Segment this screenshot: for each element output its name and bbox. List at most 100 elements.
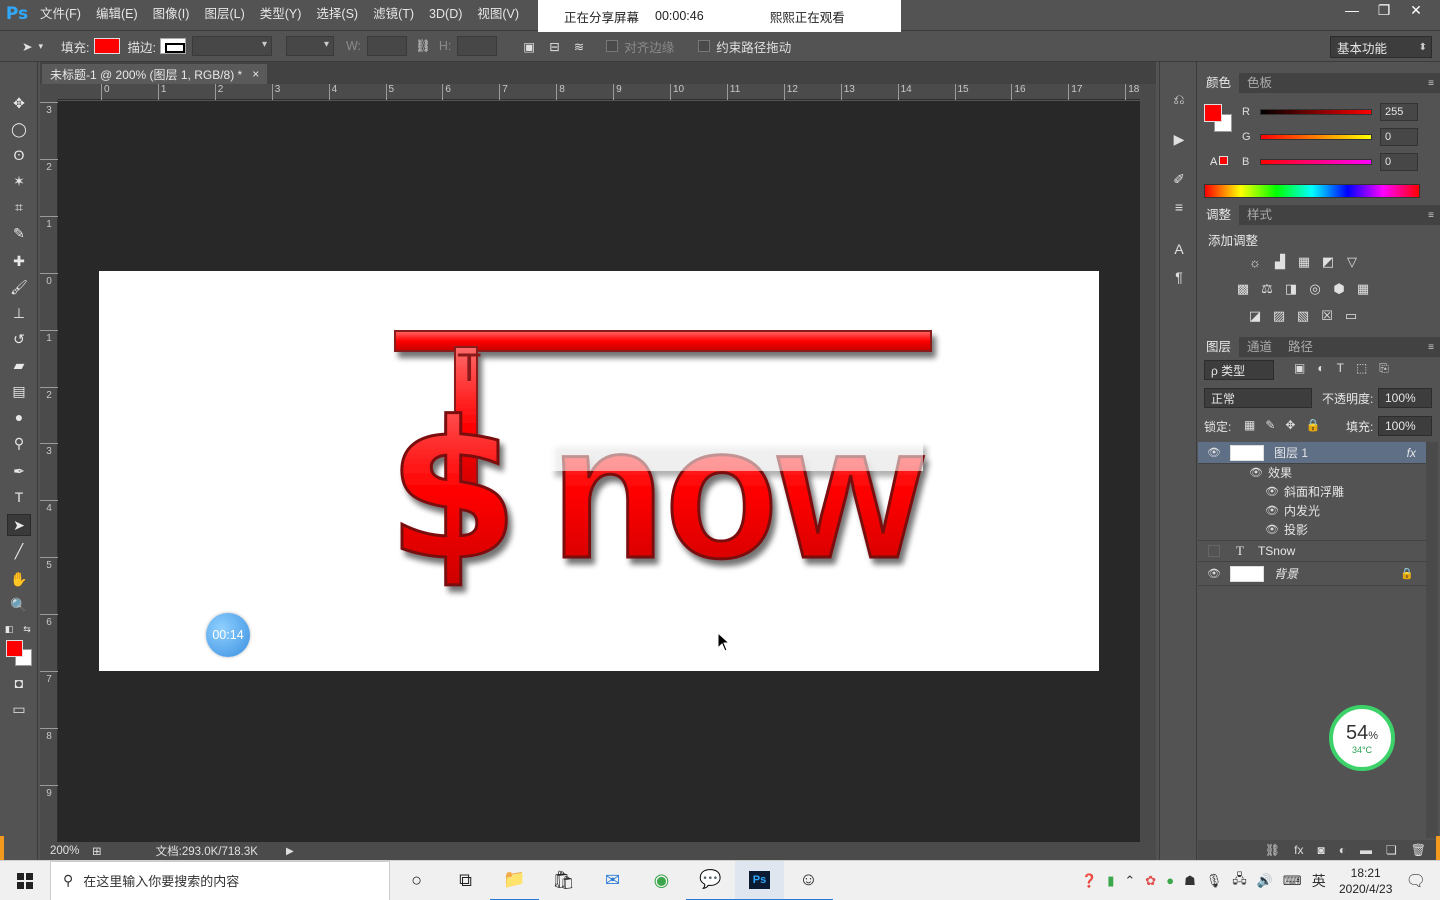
- vertical-ruler[interactable]: 3 2 1 0 1 2 3 4 5 6 7 8 9: [40, 100, 58, 842]
- status-menu-arrow-icon[interactable]: ▶: [286, 846, 294, 857]
- healing-brush-icon[interactable]: ✚: [7, 250, 31, 272]
- tray-expand-icon[interactable]: ⌃: [1124, 873, 1135, 889]
- constrain-path-checkbox[interactable]: [698, 40, 711, 52]
- swap-colors-icon[interactable]: ⇆: [20, 618, 34, 640]
- close-tab-icon[interactable]: ×: [252, 67, 259, 81]
- qq-icon[interactable]: ☗: [1184, 873, 1196, 889]
- effects-row[interactable]: 👁 效果: [1248, 463, 1428, 482]
- link-layers-icon[interactable]: ⛓: [1265, 843, 1280, 857]
- crop-tool-icon[interactable]: ⌗: [7, 196, 31, 218]
- recording-timer-badge[interactable]: 00:14: [206, 613, 250, 657]
- cortana-icon[interactable]: ○: [392, 861, 441, 900]
- dodge-tool-icon[interactable]: ⚲: [7, 432, 31, 454]
- mail-icon[interactable]: ✉: [588, 861, 637, 900]
- tray-app-icon[interactable]: ✿: [1145, 873, 1156, 889]
- effect-eye-icon[interactable]: 👁: [1264, 523, 1280, 536]
- channel-g-slider[interactable]: [1260, 134, 1372, 140]
- tab-adjustments[interactable]: 调整: [1198, 205, 1240, 225]
- lock-transparent-icon[interactable]: ▦: [1244, 418, 1255, 432]
- workspace-dropdown[interactable]: 基本功能: [1330, 36, 1432, 58]
- fill-swatch[interactable]: [93, 38, 120, 54]
- layer-name[interactable]: 图层 1: [1274, 444, 1308, 461]
- taskbar-search-box[interactable]: ⚲ 在这里输入你要搜索的内容: [50, 860, 390, 900]
- line-tool-icon[interactable]: ╱: [7, 540, 31, 562]
- menu-view[interactable]: 视图(V): [471, 0, 525, 28]
- color-lookup-icon[interactable]: ▦: [1354, 280, 1372, 298]
- ruler-origin[interactable]: [40, 84, 58, 100]
- menu-select[interactable]: 选择(S): [310, 0, 364, 28]
- layer-row-layer1[interactable]: 👁 图层 1 fx: [1198, 442, 1426, 464]
- keyboard-icon[interactable]: ⌨: [1283, 873, 1302, 889]
- photoshop-taskbar-icon[interactable]: Ps: [735, 860, 784, 900]
- taskbar-clock[interactable]: 18:21 2020/4/23: [1331, 865, 1401, 897]
- blur-tool-icon[interactable]: ●: [7, 406, 31, 428]
- tab-styles[interactable]: 样式: [1239, 205, 1280, 225]
- status-preview-icon[interactable]: ⊞: [92, 844, 102, 858]
- gradient-tool-icon[interactable]: ▤: [7, 380, 31, 402]
- lock-pixels-icon[interactable]: ✎: [1265, 418, 1275, 432]
- ime-indicator[interactable]: 英: [1312, 871, 1326, 891]
- history-panel-icon[interactable]: ⎌: [1168, 88, 1190, 110]
- zoom-tool-icon[interactable]: 🔍: [7, 594, 31, 616]
- width-field[interactable]: [367, 36, 408, 56]
- pen-tool-icon[interactable]: ✒: [7, 460, 31, 482]
- brush-tool-icon[interactable]: 🖌: [7, 276, 31, 298]
- new-layer-icon[interactable]: ❏: [1386, 843, 1397, 857]
- add-mask-icon[interactable]: ◙: [1318, 843, 1325, 857]
- effect-row-inner-glow[interactable]: 👁 内发光: [1264, 501, 1440, 520]
- link-icon[interactable]: ⛓: [415, 39, 431, 54]
- layer-name[interactable]: TSnow: [1258, 544, 1295, 558]
- color-balance-icon[interactable]: ⚖: [1258, 280, 1276, 298]
- foreground-color-swatch[interactable]: [6, 640, 23, 657]
- panel-menu-icon[interactable]: ≡: [1428, 210, 1434, 221]
- type-tool-icon[interactable]: T: [7, 486, 31, 508]
- channel-mixer-icon[interactable]: ⬢: [1330, 280, 1348, 298]
- visibility-toggle-empty[interactable]: [1208, 545, 1220, 557]
- stroke-swatch[interactable]: [159, 38, 186, 54]
- opacity-field[interactable]: 100%: [1378, 388, 1432, 408]
- eraser-tool-icon[interactable]: ▰: [7, 354, 31, 376]
- brightness-icon[interactable]: ☼: [1246, 253, 1264, 271]
- path-selection-tool-icon[interactable]: ➤: [7, 514, 31, 536]
- minimize-button[interactable]: —: [1338, 0, 1366, 20]
- channel-g-value[interactable]: 0: [1380, 128, 1418, 146]
- lock-position-icon[interactable]: ✥: [1285, 418, 1295, 432]
- layer-fx-icon[interactable]: fx: [1407, 446, 1416, 460]
- tab-color[interactable]: 颜色: [1198, 73, 1240, 93]
- quick-mask-icon[interactable]: ◘: [7, 672, 31, 694]
- stroke-type-dropdown[interactable]: [285, 36, 334, 56]
- brush-panel-icon[interactable]: ✐: [1168, 168, 1190, 190]
- new-adjustment-icon[interactable]: ◐: [1339, 843, 1346, 857]
- add-style-icon[interactable]: fx: [1294, 843, 1303, 857]
- zoom-level[interactable]: 200%: [50, 845, 92, 857]
- store-icon[interactable]: 🛍: [539, 861, 588, 900]
- history-brush-icon[interactable]: ↺: [7, 328, 31, 350]
- filter-adjustment-icon[interactable]: ◐: [1317, 361, 1324, 376]
- align-edges-checkbox[interactable]: [606, 40, 619, 52]
- horizontal-ruler[interactable]: 0 1 2 3 4 5 6 7 8 9 10 11 12 13 14 15 16 17 18: [58, 84, 1140, 100]
- performance-widget[interactable]: 54% 34°C: [1329, 705, 1395, 771]
- new-group-icon[interactable]: ▬: [1360, 843, 1372, 857]
- menu-file[interactable]: 文件(F): [34, 0, 87, 28]
- blend-mode-dropdown[interactable]: 正常: [1204, 388, 1312, 408]
- battery-app-icon[interactable]: ▮: [1107, 873, 1114, 889]
- stroke-width-dropdown[interactable]: [191, 36, 272, 56]
- eyedropper-icon[interactable]: ✎: [7, 222, 31, 244]
- effects-eye-icon[interactable]: 👁: [1248, 466, 1264, 479]
- file-explorer-icon[interactable]: 📁: [490, 861, 539, 900]
- filter-shape-icon[interactable]: ⬚: [1356, 361, 1367, 376]
- black-white-icon[interactable]: ◨: [1282, 280, 1300, 298]
- effect-eye-icon[interactable]: 👁: [1264, 504, 1280, 517]
- path-arrangement-icon[interactable]: ≋: [574, 39, 584, 54]
- clone-stamp-icon[interactable]: ⊥: [7, 302, 31, 324]
- effect-row-bevel[interactable]: 👁 斜面和浮雕: [1264, 482, 1440, 501]
- color-fg-swatch[interactable]: [1204, 104, 1222, 122]
- screen-mode-icon[interactable]: ▭: [7, 698, 31, 720]
- channel-r-slider[interactable]: [1260, 109, 1372, 115]
- visibility-eye-icon[interactable]: 👁: [1206, 567, 1222, 580]
- threshold-icon[interactable]: ▧: [1294, 307, 1312, 325]
- channel-r-value[interactable]: 255: [1380, 103, 1418, 121]
- channel-b-value[interactable]: 0: [1380, 153, 1418, 171]
- network-icon[interactable]: 🖧: [1232, 870, 1247, 892]
- layer-row-background[interactable]: 👁 背景 🔒: [1198, 562, 1426, 586]
